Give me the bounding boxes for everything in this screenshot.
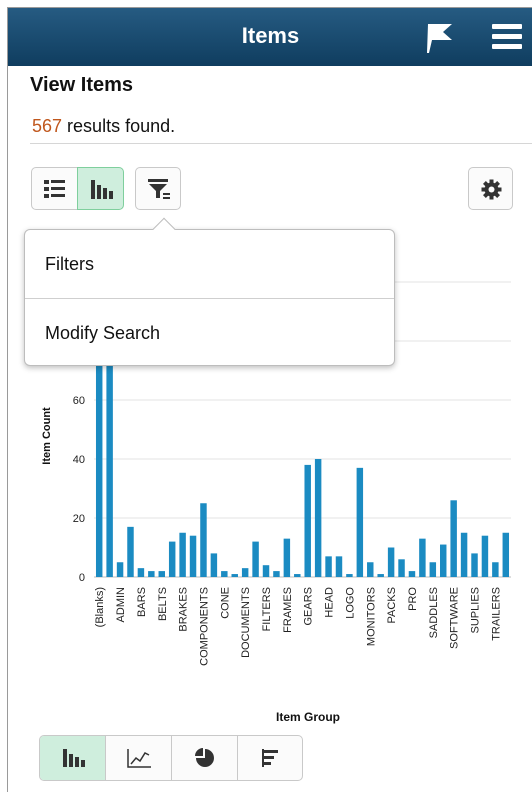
bar-chart-button[interactable] (40, 736, 106, 780)
bar[interactable] (419, 538, 426, 577)
bar[interactable] (252, 541, 259, 577)
bar[interactable] (168, 541, 176, 577)
bar[interactable] (200, 503, 207, 577)
bar[interactable] (460, 532, 468, 577)
filter-popover: Filters Modify Search (24, 217, 395, 367)
y-tick-label: 60 (73, 395, 85, 407)
bar-chart-icon (63, 749, 85, 767)
x-tick-label: PACKS (386, 587, 398, 623)
bar[interactable] (116, 562, 124, 577)
x-tick-label: BRAKES (178, 587, 190, 632)
bar[interactable] (294, 574, 301, 577)
x-tick-label: SUPLIES (470, 587, 482, 633)
x-tick-label: ADMIN (115, 587, 127, 623)
x-tick-label: PRO (407, 587, 419, 611)
pie-chart-icon (195, 748, 214, 767)
y-tick-label: 0 (79, 572, 85, 584)
horizontal-bar-chart-icon (262, 749, 278, 767)
bar[interactable] (283, 538, 291, 577)
x-tick-label: TRAILERS (490, 587, 502, 641)
pie-chart-button[interactable] (172, 736, 238, 780)
bar[interactable] (106, 341, 113, 577)
chart-type-selector (39, 735, 303, 781)
bar[interactable] (335, 556, 343, 577)
bar[interactable] (440, 544, 447, 577)
bar[interactable] (158, 571, 165, 577)
x-tick-label: MONITORS (365, 587, 377, 646)
bar[interactable] (210, 553, 218, 577)
bar[interactable] (398, 559, 405, 577)
line-chart-icon (127, 749, 151, 768)
bar[interactable] (314, 459, 322, 577)
bar[interactable] (471, 553, 478, 577)
bar[interactable] (127, 526, 134, 577)
x-tick-label: GEARS (303, 587, 315, 626)
bar[interactable] (179, 532, 186, 577)
popover-item-label: Filters (45, 254, 94, 274)
bar[interactable] (481, 535, 489, 577)
bar[interactable] (450, 500, 457, 577)
bar[interactable] (387, 547, 395, 578)
chart-y-ticks: 0 20 40 60 (73, 395, 85, 584)
x-tick-label: LOGO (344, 587, 356, 619)
x-tick-label: HEAD (324, 587, 336, 618)
x-tick-label: BELTS (157, 587, 169, 621)
x-tick-label: CONE (219, 587, 231, 619)
bar[interactable] (231, 574, 238, 577)
popover-item-modify-search[interactable]: Modify Search (25, 299, 394, 367)
x-tick-label: DOCUMENTS (240, 587, 252, 658)
bar[interactable] (367, 562, 374, 577)
x-tick-label: (Blanks) (94, 587, 106, 627)
y-tick-label: 20 (73, 513, 85, 525)
bar[interactable] (241, 568, 249, 577)
bar[interactable] (273, 571, 280, 577)
app-frame: Items View Items 567 results found. 0 20… (7, 7, 532, 792)
x-tick-label: FILTERS (261, 587, 273, 631)
item-count-chart: 0 20 40 60 (Blanks) ADMIN BARS BELTS BRAKES COMP… (41, 281, 511, 724)
bar[interactable] (304, 464, 311, 577)
y-tick-label: 40 (73, 454, 85, 466)
x-tick-label: COMPONENTS (198, 587, 210, 666)
bar[interactable] (148, 571, 155, 577)
x-tick-label: BARS (136, 587, 148, 617)
x-tick-label: FRAMES (282, 587, 294, 633)
bar[interactable] (221, 571, 228, 577)
bar[interactable] (346, 574, 353, 577)
x-tick-label: SADDLES (428, 587, 440, 638)
bar[interactable] (356, 467, 364, 577)
popover-item-filters[interactable]: Filters (25, 230, 394, 298)
bar[interactable] (325, 556, 332, 577)
y-axis-label: Item Count (41, 407, 53, 465)
popover-item-label: Modify Search (45, 323, 161, 343)
x-axis-label: Item Group (276, 710, 340, 724)
bar[interactable] (137, 568, 145, 577)
line-chart-button[interactable] (106, 736, 172, 780)
bar[interactable] (95, 341, 103, 577)
bar[interactable] (262, 565, 270, 577)
bar[interactable] (189, 535, 197, 577)
horizontal-bar-chart-button[interactable] (238, 736, 302, 780)
x-tick-label: SOFTWARE (449, 587, 461, 649)
bar[interactable] (502, 532, 510, 577)
bar[interactable] (492, 562, 499, 577)
bar[interactable] (377, 574, 384, 577)
chart-x-labels: (Blanks) ADMIN BARS BELTS BRAKES COMPONENTS CO… (94, 587, 502, 666)
bar[interactable] (429, 562, 437, 577)
bar[interactable] (408, 571, 416, 577)
